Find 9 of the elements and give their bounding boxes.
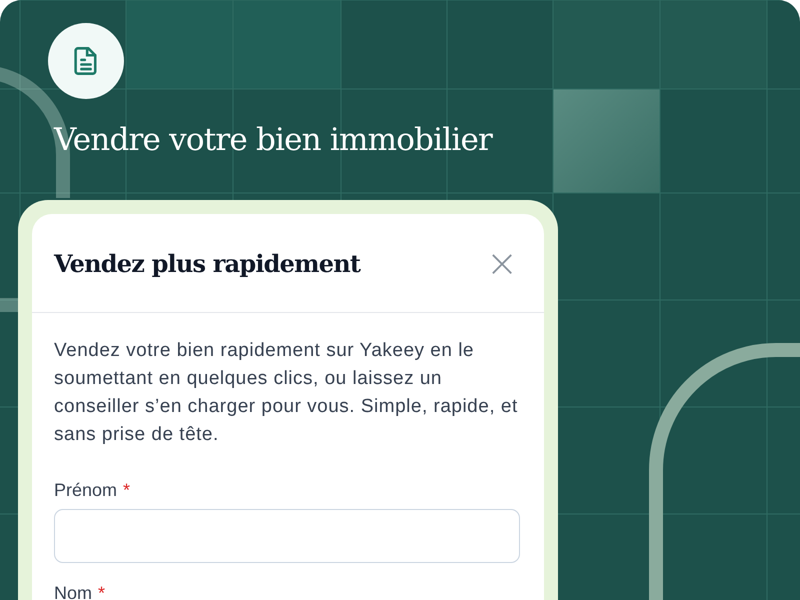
- field-label: Nom: [54, 583, 92, 600]
- page-title: Vendre votre bien immobilier: [54, 121, 494, 160]
- close-button[interactable]: ×: [482, 244, 522, 282]
- required-mark: *: [123, 480, 130, 501]
- intro-paragraph: Vendez votre bien rapidement sur Yakeey en le soumettant en quelques clics, ou laissez un conseiller s’en charger pour vous. Simple, rapide, et sans prise de tête.: [54, 339, 519, 447]
- required-mark: *: [98, 583, 106, 600]
- field-label: Prénom: [54, 480, 118, 501]
- input-field[interactable]: [54, 509, 520, 563]
- dialog-title: Vendez plus rapidement: [54, 248, 360, 278]
